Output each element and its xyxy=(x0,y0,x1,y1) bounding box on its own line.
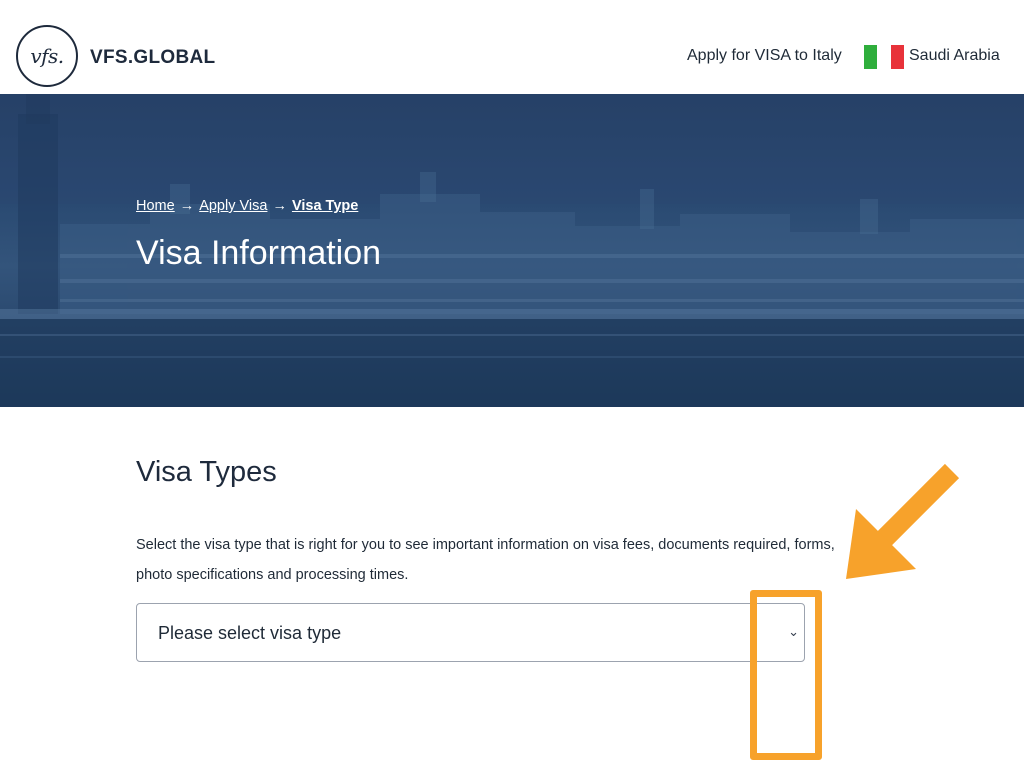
visa-types-heading: Visa Types xyxy=(136,456,277,488)
breadcrumb-visa-type-link[interactable]: Visa Type xyxy=(292,198,358,214)
breadcrumb-arrow-icon: → xyxy=(272,198,287,214)
country-selector[interactable]: Saudi Arabia xyxy=(909,47,1000,65)
breadcrumb-arrow-icon: → xyxy=(179,198,195,214)
visa-type-select-value: Please select visa type xyxy=(158,623,342,643)
logo-text: vfs. xyxy=(30,44,64,68)
brand-name[interactable]: VFS.GLOBAL xyxy=(90,47,215,69)
site-header: vfs. VFS.GLOBAL Apply for VISA to Italy … xyxy=(0,0,1024,94)
breadcrumb-home-link[interactable]: Home xyxy=(136,198,175,214)
breadcrumb: Home → Apply Visa → Visa Type xyxy=(136,198,358,214)
apply-for-visa-text: Apply for VISA to Italy xyxy=(687,47,842,64)
visa-type-select[interactable]: Please select visa type ⌄ xyxy=(136,603,805,662)
highlight-annotation-rectangle xyxy=(750,590,822,760)
breadcrumb-apply-visa-link[interactable]: Apply Visa xyxy=(199,198,267,214)
vfs-logo[interactable]: vfs. xyxy=(16,25,78,87)
visa-types-description: Select the visa type that is right for y… xyxy=(136,537,835,583)
italy-flag-icon xyxy=(864,45,904,69)
highlight-arrow-icon xyxy=(846,463,960,579)
page-title: Visa Information xyxy=(136,234,382,272)
